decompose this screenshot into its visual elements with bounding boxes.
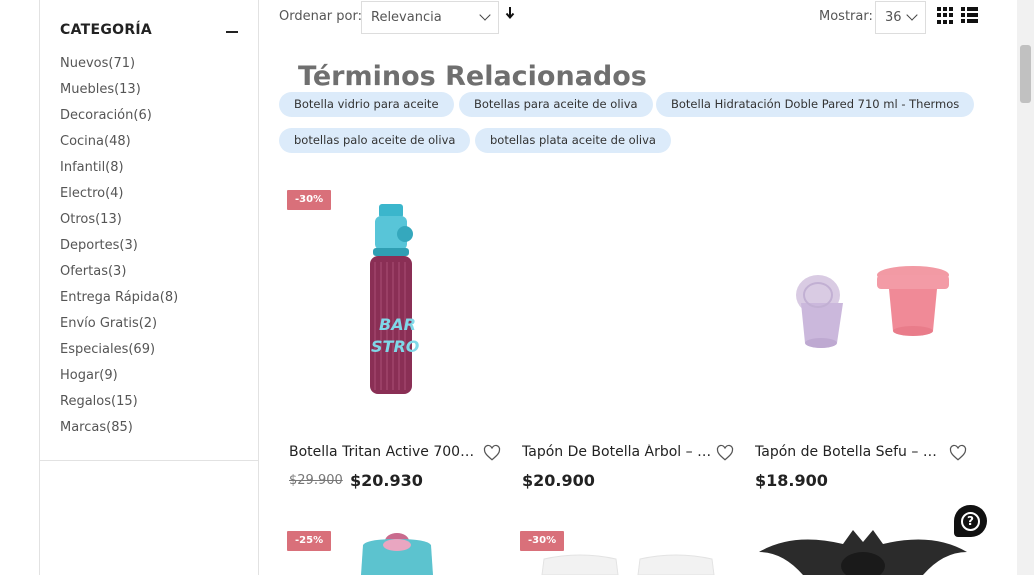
sort-direction-arrow-icon[interactable] [505,6,515,23]
discount-badge: -30% [287,190,332,210]
svg-text:STRO: STRO [371,337,420,356]
product-card[interactable]: -25% [287,531,507,575]
related-terms-title: Términos Relacionados [298,61,647,92]
related-tag[interactable]: Botella Hidratación Doble Pared 710 ml -… [656,92,975,117]
product-image-bottle[interactable] [357,531,437,575]
category-item[interactable]: Especiales(69) [60,337,238,363]
sort-label: Ordenar por: [279,9,362,24]
help-button[interactable]: ? [954,505,987,537]
price: $18.900 [755,471,828,490]
product-name[interactable]: Tapón de Botella Sefu – Monkey Business [755,444,945,460]
show-label: Mostrar: [819,9,873,24]
category-list: Nuevos(71) Muebles(13) Decoración(6) Coc… [60,51,238,441]
old-price: $29.900 [289,473,343,488]
sort-select[interactable]: Relevancia [361,1,499,34]
category-item[interactable]: Ofertas(3) [60,259,238,285]
heart-icon[interactable] [949,444,967,462]
category-title: CATEGORÍA [60,22,153,38]
per-page-value: 36 [885,10,902,25]
question-icon: ? [961,512,980,531]
category-item[interactable]: Cocina(48) [60,129,238,155]
related-tag[interactable]: botellas palo aceite de oliva [279,128,471,153]
discount-badge: -25% [287,531,332,551]
product-card[interactable] [753,522,973,575]
category-item[interactable]: Decoración(6) [60,103,238,129]
product-image-glasses[interactable] [540,549,720,575]
list-view-icon[interactable] [961,7,978,24]
per-page-select[interactable]: 36 [875,1,926,34]
svg-text:BAR: BAR [379,315,416,334]
related-tag[interactable]: Botella vidrio para aceite [279,92,454,117]
results-toolbar: Ordenar por: Relevancia Mostrar: 36 [279,0,979,34]
category-sidebar: CATEGORÍA Nuevos(71) Muebles(13) Decorac… [39,0,259,575]
heart-icon[interactable] [483,444,501,462]
product-image-water-bottle[interactable]: BAR STRO [365,202,425,398]
category-filter: CATEGORÍA Nuevos(71) Muebles(13) Decorac… [40,0,258,461]
category-item[interactable]: Infantil(8) [60,155,238,181]
category-item[interactable]: Nuevos(71) [60,51,238,77]
chevron-down-icon [906,9,918,21]
product-name[interactable]: Tapón De Botella Árbol – Monkey Business [522,444,712,460]
related-tag[interactable]: botellas plata aceite de oliva [475,128,671,153]
category-item[interactable]: Entrega Rápida(8) [60,285,238,311]
grid-view-icon[interactable] [937,7,954,24]
product-card[interactable]: -30% [520,531,740,575]
heart-icon[interactable] [716,444,734,462]
product-image-bottle-stoppers[interactable] [773,265,973,365]
collapse-minus-icon[interactable] [226,31,238,33]
product-image-bat-opener[interactable] [753,522,973,575]
product-name[interactable]: Botella Tritan Active 700ML Bar Strong [289,444,479,460]
chevron-down-icon [479,9,491,21]
category-item[interactable]: Deportes(3) [60,233,238,259]
category-item[interactable]: Regalos(15) [60,389,238,415]
sort-select-value: Relevancia [371,10,442,25]
category-item[interactable]: Envío Gratis(2) [60,311,238,337]
price: $20.930 [350,471,423,490]
related-tag[interactable]: Botellas para aceite de oliva [459,92,653,117]
product-card[interactable]: Tapón de Botella Sefu – Monkey Business … [753,190,973,500]
discount-badge: -30% [520,531,565,551]
price: $20.900 [522,471,595,490]
category-item[interactable]: Otros(13) [60,207,238,233]
page-scrollbar[interactable] [1017,0,1034,575]
product-card[interactable]: -30% BAR STRO Botella Tritan Active 700M… [287,190,507,500]
category-item[interactable]: Marcas(85) [60,415,238,441]
category-item[interactable]: Muebles(13) [60,77,238,103]
category-item[interactable]: Electro(4) [60,181,238,207]
product-card[interactable]: Tapón De Botella Árbol – Monkey Business… [520,190,740,500]
category-item[interactable]: Hogar(9) [60,363,238,389]
scrollbar-thumb[interactable] [1020,45,1031,103]
